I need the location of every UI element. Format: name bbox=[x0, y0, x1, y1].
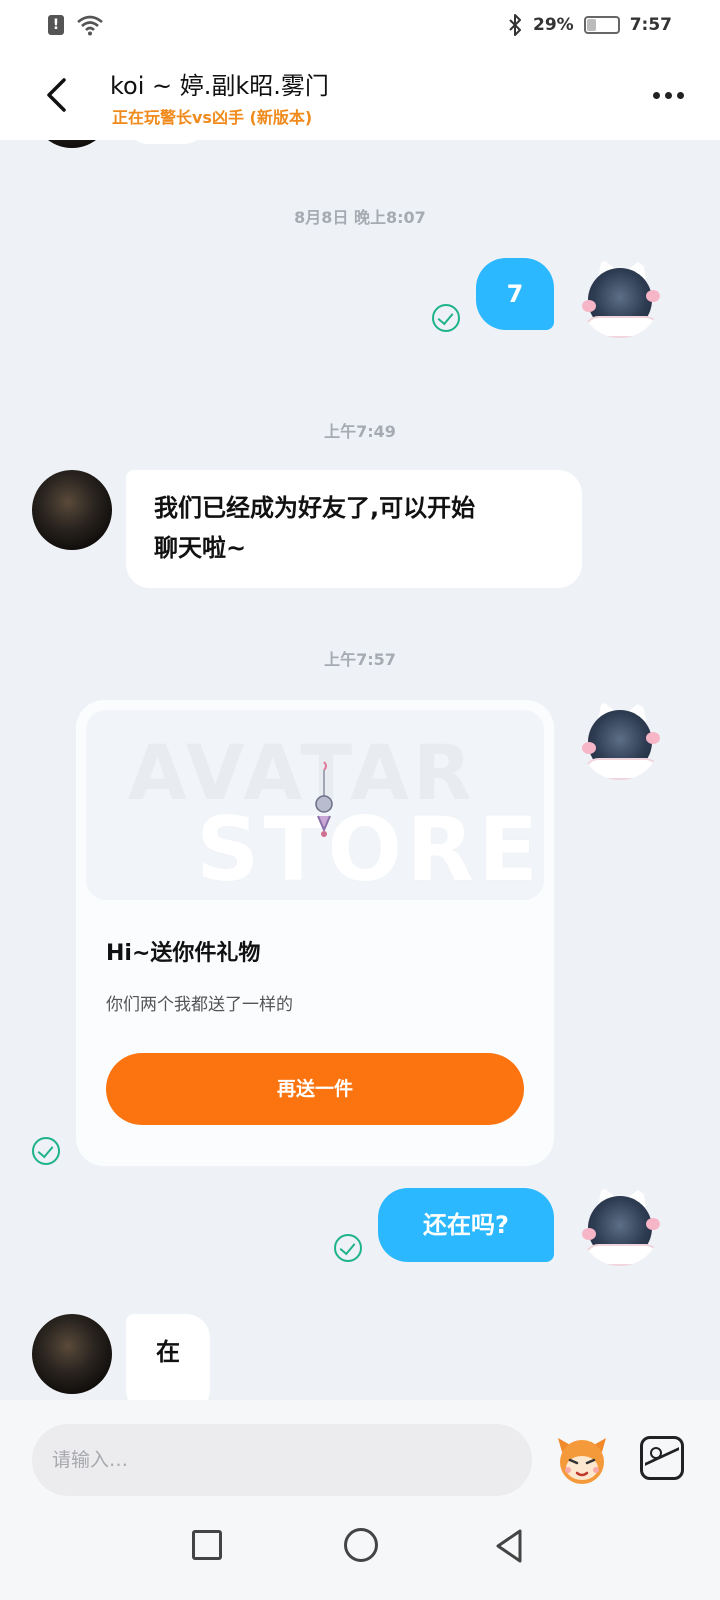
back-arrow-icon bbox=[47, 78, 66, 112]
battery-level bbox=[586, 19, 596, 31]
avatar[interactable] bbox=[32, 1314, 112, 1394]
gift-image[interactable]: AVATAR STORE bbox=[86, 710, 544, 900]
gift-description: 你们两个我都送了一样的 bbox=[106, 995, 293, 1015]
home-circle-icon[interactable] bbox=[344, 1528, 378, 1562]
gift-title: Hi~送你件礼物 bbox=[106, 941, 261, 966]
battery-percent: 29% bbox=[533, 15, 574, 35]
avatar[interactable] bbox=[580, 1186, 660, 1266]
system-nav-bar bbox=[0, 1500, 720, 1600]
back-button[interactable] bbox=[34, 68, 78, 122]
timestamp: 8月8日 晚上8:07 bbox=[294, 208, 426, 227]
read-check-icon bbox=[334, 1234, 362, 1262]
input-bar bbox=[0, 1400, 720, 1500]
battery-icon bbox=[583, 16, 620, 34]
message-bubble[interactable]: 我们已经成为好友了,可以开始 聊天啦~ bbox=[126, 470, 582, 588]
message-bubble[interactable]: 7 bbox=[476, 258, 554, 330]
timestamp: 上午7:49 bbox=[324, 422, 396, 441]
back-triangle-icon[interactable] bbox=[494, 1528, 524, 1564]
avatar[interactable] bbox=[580, 700, 660, 780]
wifi-icon bbox=[77, 15, 103, 36]
message-text: 我们已经成为好友了,可以开始 bbox=[154, 494, 476, 522]
avatar[interactable] bbox=[32, 470, 112, 550]
more-dots-icon bbox=[652, 91, 660, 99]
read-check-icon bbox=[432, 304, 460, 332]
send-another-gift-button[interactable]: 再送一件 bbox=[106, 1053, 524, 1125]
avatar[interactable] bbox=[580, 258, 660, 338]
more-options-button[interactable] bbox=[646, 80, 690, 110]
watermark-text: STORE bbox=[196, 798, 543, 900]
message-input[interactable] bbox=[32, 1424, 532, 1496]
chat-subtitle: 正在玩警长vs凶手 (新版本) bbox=[112, 108, 313, 127]
message-bubble-partial bbox=[126, 140, 206, 144]
read-check-icon bbox=[32, 1137, 60, 1165]
message-bubble[interactable]: 在 bbox=[126, 1314, 210, 1400]
pendant-icon bbox=[315, 761, 333, 837]
message-bubble[interactable]: 还在吗? bbox=[378, 1188, 554, 1262]
chat-header: koi ~ 婷.副k昭.雾门 正在玩警长vs凶手 (新版本) bbox=[0, 50, 720, 140]
chat-area[interactable]: 8月8日 晚上8:07 7 上午7:49 我们已经成为好友了,可以开始 聊天啦~… bbox=[0, 140, 720, 1400]
emoji-mascot-icon[interactable] bbox=[554, 1432, 610, 1488]
avatar[interactable] bbox=[32, 140, 112, 148]
alert-icon bbox=[48, 15, 64, 35]
gift-card[interactable]: AVATAR STORE Hi~送你件礼物 你们两个我都送了一样的 再送一件 bbox=[76, 700, 554, 1166]
image-picker-icon[interactable] bbox=[640, 1436, 684, 1480]
recent-apps-square-icon[interactable] bbox=[192, 1530, 222, 1560]
chat-title: koi ~ 婷.副k昭.雾门 bbox=[110, 72, 329, 100]
status-bar: 29% 7:57 bbox=[0, 0, 720, 50]
timestamp: 上午7:57 bbox=[324, 650, 396, 669]
message-text: 聊天啦~ bbox=[154, 534, 247, 562]
status-time: 7:57 bbox=[629, 15, 672, 35]
bluetooth-icon bbox=[509, 14, 521, 36]
